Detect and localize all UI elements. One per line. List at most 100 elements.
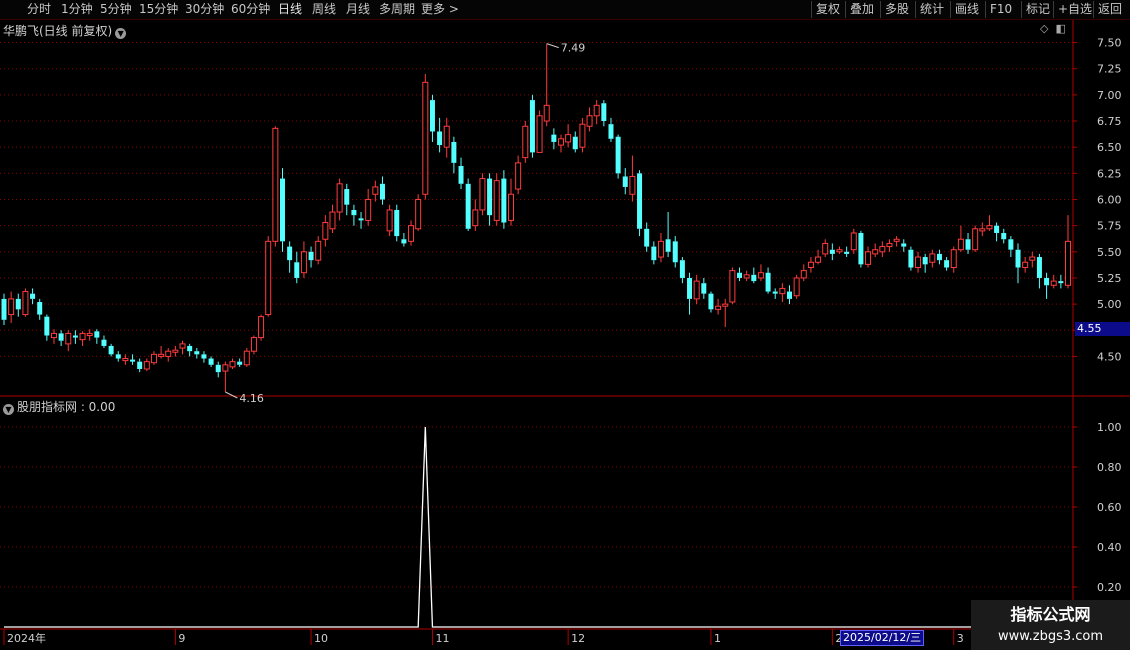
candle (358, 212, 364, 229)
candle-body (58, 333, 64, 341)
candle-body (308, 251, 314, 261)
candle-body (415, 198, 422, 230)
current-price-badge: 4.55 (1075, 322, 1130, 336)
chevron-down-icon[interactable]: ▼ (115, 28, 127, 39)
candle (443, 117, 450, 158)
toolbar-button[interactable]: 返回 (1093, 1, 1126, 18)
candle (708, 291, 714, 313)
candle-body (208, 358, 214, 365)
candle-body (1, 298, 7, 320)
candle-body (44, 316, 50, 336)
candle-body (465, 183, 471, 229)
candle-body (294, 262, 300, 278)
period-tab[interactable]: 15分钟 (139, 1, 178, 18)
candle (158, 345, 165, 359)
candle (522, 121, 529, 163)
candle-body (737, 272, 743, 278)
period-tab[interactable]: 周线 (312, 1, 336, 18)
indicator-line (4, 426, 1083, 628)
toolbar-button[interactable]: 多股 (880, 1, 913, 18)
candle (294, 251, 300, 284)
candle-body (1001, 232, 1007, 240)
candle (86, 329, 93, 341)
candle (729, 267, 736, 305)
period-tab[interactable]: 月线 (346, 1, 370, 18)
x-tick-label: 11 (435, 632, 449, 645)
diamond-icon[interactable]: ◇ (1040, 22, 1048, 35)
candle (287, 241, 293, 273)
candle (229, 358, 236, 369)
candle (608, 117, 614, 142)
chart-title: 华鹏飞(日线 前复权) ▼ (3, 22, 127, 39)
chevron-down-icon[interactable]: ▼ (3, 404, 14, 415)
period-tab[interactable]: 日线 (278, 1, 302, 18)
candle (543, 43, 550, 127)
candle (108, 343, 114, 357)
candle-body (722, 303, 729, 307)
price-tick-label: 5.00 (1097, 298, 1122, 311)
candle (1058, 274, 1064, 289)
candle (722, 298, 729, 328)
period-tab[interactable]: 分时 (27, 1, 51, 18)
candle (394, 204, 400, 242)
candle (22, 288, 29, 317)
candle-body (250, 337, 257, 352)
candle-body (201, 354, 207, 359)
candle-body (1044, 277, 1050, 286)
candle (1036, 253, 1042, 289)
candle-body (772, 291, 778, 294)
candle (44, 314, 50, 341)
period-tab[interactable]: 1分钟 (61, 1, 93, 18)
period-tab[interactable]: 30分钟 (185, 1, 224, 18)
toolbar-button[interactable]: 画线 (950, 1, 983, 18)
candle (957, 225, 964, 252)
indicator-tick-label: 0.40 (1097, 541, 1122, 554)
candle (601, 100, 607, 127)
candle (693, 274, 700, 305)
candle (201, 351, 207, 363)
toolbar-button[interactable]: F10 (985, 1, 1016, 18)
toolbar-button[interactable]: +自选 (1053, 1, 1096, 18)
candle-body (37, 302, 43, 315)
candle (972, 225, 979, 252)
candle-body (22, 291, 29, 316)
candle-body (901, 243, 907, 247)
candle-body (586, 115, 593, 127)
period-tab[interactable]: 更多 > (421, 1, 459, 18)
candle (122, 354, 129, 365)
candle (408, 220, 415, 246)
candle-body (672, 241, 678, 263)
candle (651, 241, 657, 265)
candle-body (908, 249, 914, 268)
candle (701, 277, 707, 299)
panel-toggle-icon[interactable]: ◧ (1055, 22, 1065, 35)
price-tick-label: 6.75 (1097, 115, 1122, 128)
toolbar-button[interactable]: 复权 (811, 1, 844, 18)
candle-body (522, 125, 529, 159)
price-tick-label: 6.25 (1097, 167, 1122, 180)
candle (300, 241, 307, 278)
candle-body (751, 274, 757, 282)
period-tab[interactable]: 多周期 (379, 1, 415, 18)
toolbar-button[interactable]: 统计 (915, 1, 948, 18)
period-tab[interactable]: 60分钟 (231, 1, 270, 18)
candle (258, 314, 265, 341)
candle (672, 236, 678, 268)
candle (529, 94, 535, 158)
candle-body (637, 173, 643, 229)
watermark-line1: 指标公式网 (1010, 605, 1091, 624)
candle (994, 222, 1000, 242)
period-tab[interactable]: 5分钟 (100, 1, 132, 18)
candle (72, 330, 78, 344)
candle (1001, 228, 1007, 244)
candle (615, 134, 621, 179)
toolbar-button[interactable]: 标记 (1021, 1, 1054, 18)
candle (536, 110, 543, 153)
candle-body (443, 125, 450, 148)
candle-body (8, 298, 15, 316)
candle (372, 180, 379, 202)
toolbar-button[interactable]: 叠加 (845, 1, 878, 18)
candle (386, 204, 393, 237)
candle-body (243, 350, 250, 366)
candle (1050, 274, 1057, 289)
